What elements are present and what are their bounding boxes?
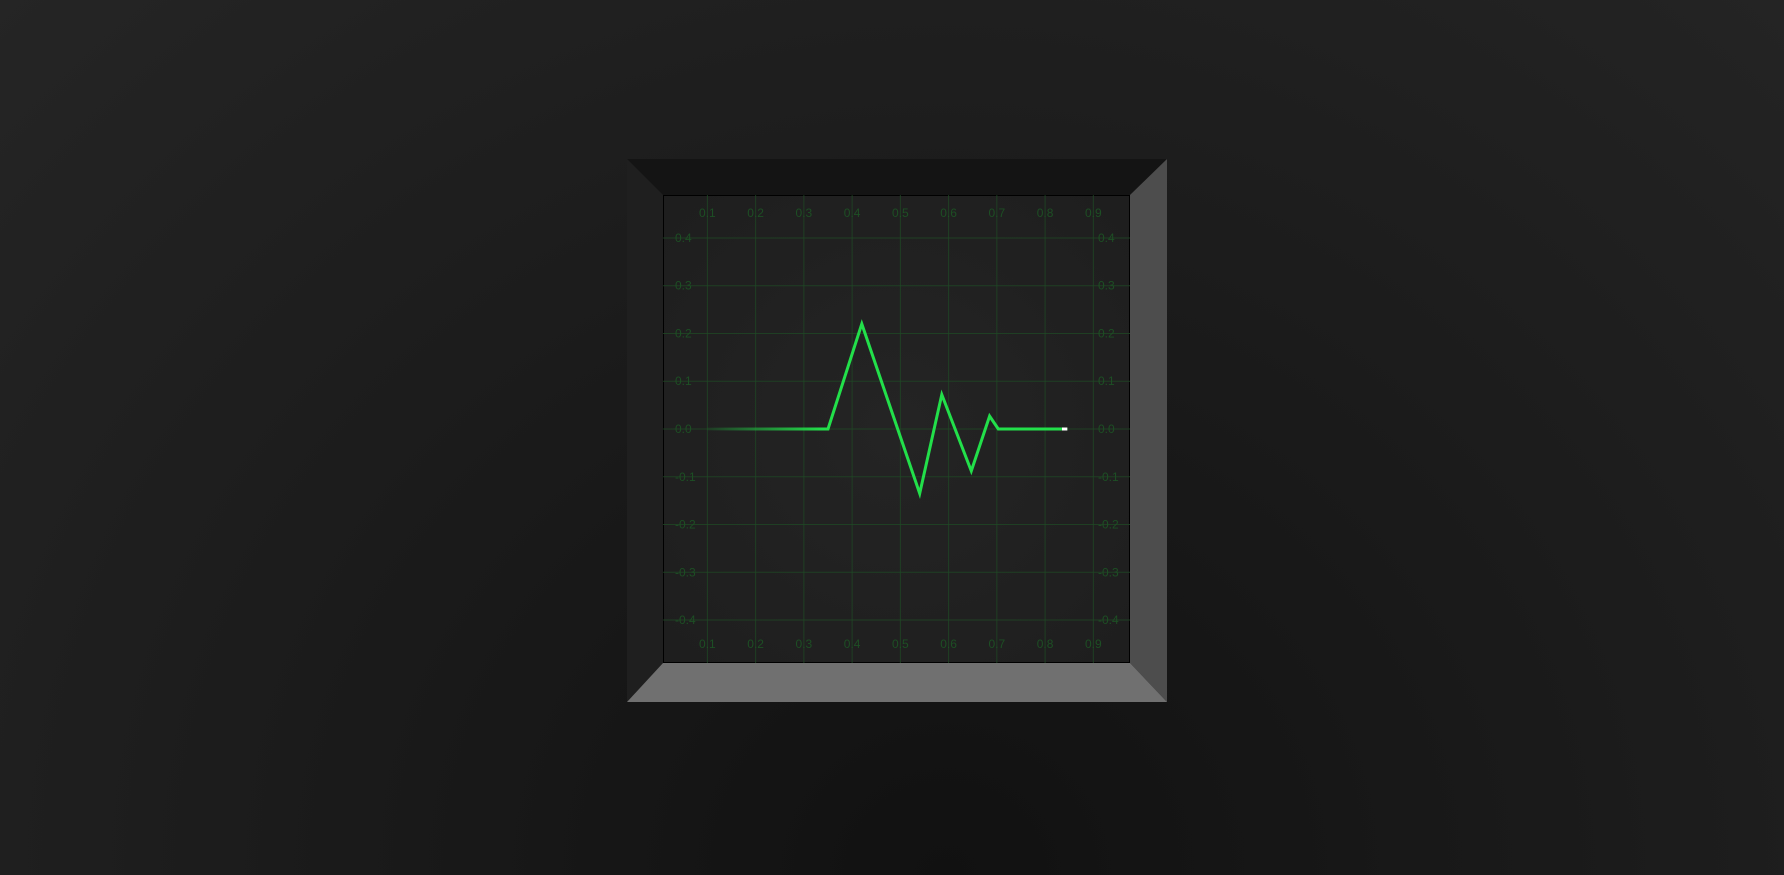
y-tick-label-right: -0.3	[1098, 565, 1119, 579]
y-tick-label-right: 0.3	[1098, 279, 1115, 293]
y-tick-label-right: -0.4	[1098, 613, 1119, 627]
x-tick-label-top: 0.3	[796, 206, 813, 220]
y-tick-label-right: 0.4	[1098, 231, 1115, 245]
y-tick-label-left: -0.4	[675, 613, 696, 627]
y-tick-label-left: -0.1	[675, 470, 696, 484]
x-tick-label-bottom: 0.8	[1037, 637, 1054, 651]
x-tick-label-bottom: 0.7	[989, 637, 1006, 651]
x-tick-label-bottom: 0.9	[1085, 637, 1102, 651]
y-tick-label-left: 0.3	[675, 279, 692, 293]
x-tick-label-top: 0.2	[747, 206, 764, 220]
bezel-bottom	[627, 663, 1167, 702]
x-tick-label-top: 0.8	[1037, 206, 1054, 220]
bezel-left	[627, 159, 663, 702]
y-tick-label-left: 0.0	[675, 422, 692, 436]
x-tick-label-bottom: 0.6	[940, 637, 957, 651]
x-tick-label-bottom: 0.2	[747, 637, 764, 651]
y-tick-label-left: 0.4	[675, 231, 692, 245]
x-tick-label-bottom: 0.3	[796, 637, 813, 651]
x-tick-label-bottom: 0.5	[892, 637, 909, 651]
oscilloscope-screen: 0.1 0.1 0.2 0.2 0.3 0.3 0.4 0.4 0.5 0.5 0.6 0.6 0.7 0…	[663, 195, 1130, 663]
y-tick-label-right: 0.2	[1098, 326, 1115, 340]
y-tick-label-left: 0.2	[675, 326, 692, 340]
x-tick-label-top: 0.9	[1085, 206, 1102, 220]
x-tick-label-bottom: 0.1	[699, 637, 716, 651]
y-tick-label-left: -0.2	[675, 518, 696, 532]
y-tick-label-right: 0.0	[1098, 422, 1115, 436]
x-tick-label-top: 0.6	[940, 206, 957, 220]
x-tick-label-top: 0.1	[699, 206, 716, 220]
y-tick-label-right: -0.2	[1098, 518, 1119, 532]
y-tick-label-left: -0.3	[675, 565, 696, 579]
bezel-top	[627, 159, 1167, 195]
x-tick-label-bottom: 0.4	[844, 637, 861, 651]
y-tick-label-left: 0.1	[675, 374, 692, 388]
y-tick-label-right: 0.1	[1098, 374, 1115, 388]
y-tick-label-right: -0.1	[1098, 470, 1119, 484]
x-tick-label-top: 0.4	[844, 206, 861, 220]
x-tick-label-top: 0.5	[892, 206, 909, 220]
bezel-right	[1130, 159, 1167, 702]
x-tick-label-top: 0.7	[989, 206, 1006, 220]
oscilloscope-monitor: 0.1 0.1 0.2 0.2 0.3 0.3 0.4 0.4 0.5 0.5 0.6 0.6 0.7 0…	[627, 159, 1167, 702]
